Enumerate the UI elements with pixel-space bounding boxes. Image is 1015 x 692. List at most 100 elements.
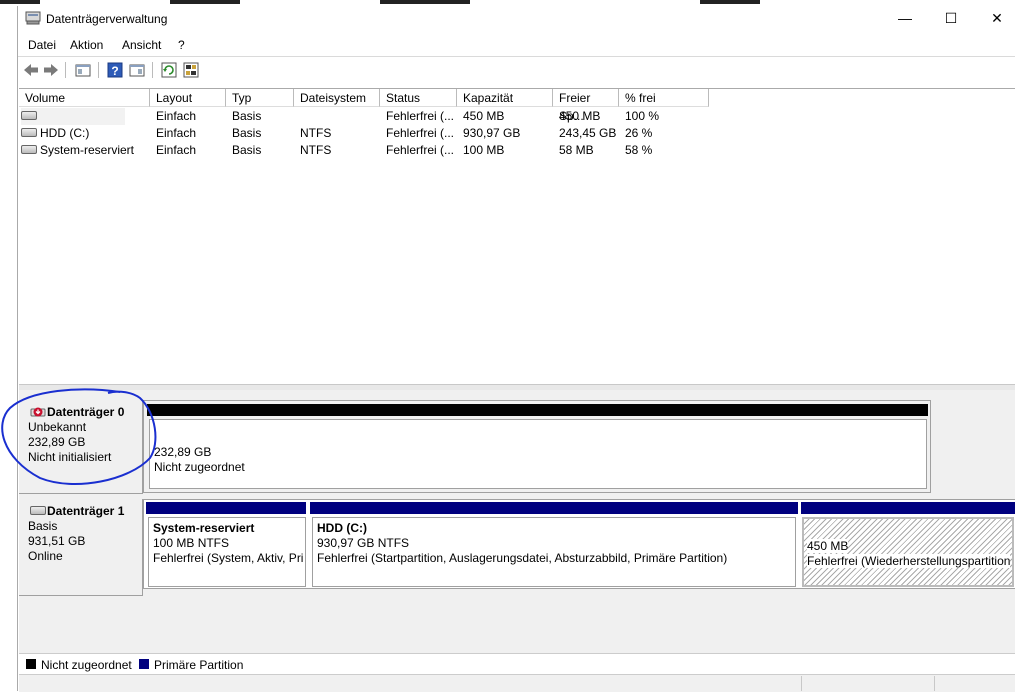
- partition-system-reserved[interactable]: System-reserviert 100 MB NTFS Fehlerfrei…: [148, 517, 306, 587]
- column-header-capacity[interactable]: Kapazität: [457, 89, 553, 107]
- primary-partition-bar: [310, 502, 798, 514]
- capacity-cell: 450 MB: [463, 109, 505, 123]
- menu-help[interactable]: ?: [178, 38, 185, 52]
- partition-status: Fehlerfrei (System, Aktiv, Pri: [153, 551, 304, 565]
- free-space-cell: 450 MB: [559, 109, 601, 123]
- disk-0-partition-area: 232,89 GB Nicht zugeordnet: [143, 400, 931, 493]
- layout-cell: Einfach: [156, 126, 197, 140]
- volume-cell: [21, 108, 125, 125]
- percent-free-cell: 58 %: [625, 143, 653, 157]
- legend: Nicht zugeordnet Primäre Partition: [19, 653, 1015, 675]
- disk-0-unallocated-partition[interactable]: 232,89 GB Nicht zugeordnet: [149, 419, 927, 489]
- svg-text:?: ?: [111, 64, 118, 78]
- disk-0-state: Nicht initialisiert: [28, 450, 112, 464]
- unallocated-bar: [147, 404, 928, 416]
- free-space-cell: 58 MB: [559, 143, 594, 157]
- partition-size: 450 MB: [807, 539, 849, 553]
- help-icon[interactable]: ?: [106, 61, 124, 79]
- percent-free-cell: 26 %: [625, 126, 653, 140]
- disk-1-label[interactable]: Datenträger 1 Basis 931,51 GB Online: [19, 499, 143, 596]
- layout-cell: Einfach: [156, 143, 197, 157]
- partition-status: Fehlerfrei (Wiederherstellungspartition: [807, 554, 1011, 568]
- column-header-status[interactable]: Status: [380, 89, 457, 107]
- disk-management-app-icon: [25, 11, 41, 25]
- disk-0-label[interactable]: Datenträger 0 Unbekannt 232,89 GB Nicht …: [19, 400, 143, 494]
- status-divider: [934, 676, 935, 691]
- primary-partition-bar: [801, 502, 1015, 514]
- primary-partition-bar: [146, 502, 306, 514]
- menu-file[interactable]: Datei: [28, 38, 56, 52]
- drive-icon: [21, 128, 37, 138]
- disk-1-partition-area: System-reserviert 100 MB NTFS Fehlerfrei…: [143, 499, 1015, 589]
- status-bar: [19, 674, 1015, 692]
- volume-cell: HDD (C:): [21, 125, 89, 142]
- refresh-icon[interactable]: [160, 61, 178, 79]
- partition-recovery[interactable]: 450 MB Fehlerfrei (Wiederherstellungspar…: [802, 517, 1014, 587]
- table-row[interactable]: Einfach Basis Fehlerfrei (... 450 MB 450…: [19, 108, 1015, 125]
- status-cell: Fehlerfrei (...: [386, 143, 455, 157]
- toolbar-separator: [98, 62, 99, 78]
- partition-size: 100 MB NTFS: [153, 536, 230, 550]
- legend-unallocated: Nicht zugeordnet: [41, 658, 132, 672]
- column-header-type[interactable]: Typ: [226, 89, 294, 107]
- back-arrow-icon[interactable]: [22, 61, 40, 79]
- settings-icon[interactable]: [182, 61, 200, 79]
- close-button[interactable]: ✕: [974, 6, 1015, 32]
- toolbar-separator: [152, 62, 153, 78]
- partition-title: System-reserviert: [153, 521, 255, 535]
- disk-1-name: Datenträger 1: [47, 504, 125, 518]
- disk-icon: [30, 506, 46, 515]
- partition-hdd-c[interactable]: HDD (C:) 930,97 GB NTFS Fehlerfrei (Star…: [312, 517, 796, 587]
- show-hide-console-icon[interactable]: [74, 61, 92, 79]
- table-row[interactable]: HDD (C:) Einfach Basis NTFS Fehlerfrei (…: [19, 125, 1015, 142]
- unallocated-size: 232,89 GB: [154, 445, 212, 459]
- minimize-button[interactable]: —: [882, 6, 928, 32]
- column-header-layout[interactable]: Layout: [150, 89, 226, 107]
- toolbar-separator: [65, 62, 66, 78]
- forward-arrow-icon[interactable]: [42, 61, 60, 79]
- volume-cell: System-reserviert: [21, 142, 134, 159]
- disk-graph-view: Datenträger 0 Unbekannt 232,89 GB Nicht …: [19, 390, 1015, 653]
- disk-1-size: 931,51 GB: [28, 534, 86, 548]
- status-divider: [801, 676, 802, 691]
- free-space-cell: 243,45 GB: [559, 126, 617, 140]
- column-header-filesystem[interactable]: Dateisystem: [294, 89, 380, 107]
- menu-view[interactable]: Ansicht: [122, 38, 161, 52]
- drive-icon: [21, 111, 37, 121]
- partition-size: 930,97 GB NTFS: [317, 536, 410, 550]
- column-header-percent-free[interactable]: % frei: [619, 89, 709, 107]
- primary-swatch: [139, 659, 149, 669]
- disk-management-window: Datenträgerverwaltung — ☐ ✕ Datei Aktion…: [17, 6, 1015, 692]
- partition-status: Fehlerfrei (Startpartition, Auslagerungs…: [317, 551, 728, 565]
- disk-0-name: Datenträger 0: [47, 405, 125, 419]
- layout-cell: Einfach: [156, 109, 197, 123]
- column-header-volume[interactable]: Volume: [19, 89, 150, 107]
- window-title: Datenträgerverwaltung: [46, 12, 168, 26]
- toolbar: ?: [18, 58, 1015, 82]
- type-cell: Basis: [232, 126, 262, 140]
- volume-list[interactable]: Volume Layout Typ Dateisystem Status Kap…: [19, 88, 1015, 385]
- title-bar: Datenträgerverwaltung — ☐ ✕: [18, 6, 1015, 32]
- partition-title: HDD (C:): [317, 521, 367, 535]
- capacity-cell: 100 MB: [463, 143, 505, 157]
- properties-icon[interactable]: [128, 61, 146, 79]
- legend-primary: Primäre Partition: [154, 658, 244, 672]
- unallocated-swatch: [26, 659, 36, 669]
- status-cell: Fehlerfrei (...: [386, 126, 455, 140]
- drive-icon: [21, 145, 37, 155]
- menu-action[interactable]: Aktion: [70, 38, 103, 52]
- type-cell: Basis: [232, 109, 262, 123]
- disk-1-kind: Basis: [28, 519, 58, 533]
- status-cell: Fehlerfrei (...: [386, 109, 455, 123]
- menu-bar: Datei Aktion Ansicht ?: [18, 36, 1015, 56]
- maximize-button[interactable]: ☐: [928, 6, 974, 32]
- column-header-free-space[interactable]: Freier Sp...: [553, 89, 619, 123]
- disk-1-state: Online: [28, 549, 63, 563]
- percent-free-cell: 100 %: [625, 109, 660, 123]
- menu-separator: [18, 56, 1015, 57]
- capacity-cell: 930,97 GB: [463, 126, 521, 140]
- type-cell: Basis: [232, 143, 262, 157]
- table-row[interactable]: System-reserviert Einfach Basis NTFS Feh…: [19, 142, 1015, 159]
- uninitialized-disk-icon: [30, 407, 46, 417]
- filesystem-cell: NTFS: [300, 126, 332, 140]
